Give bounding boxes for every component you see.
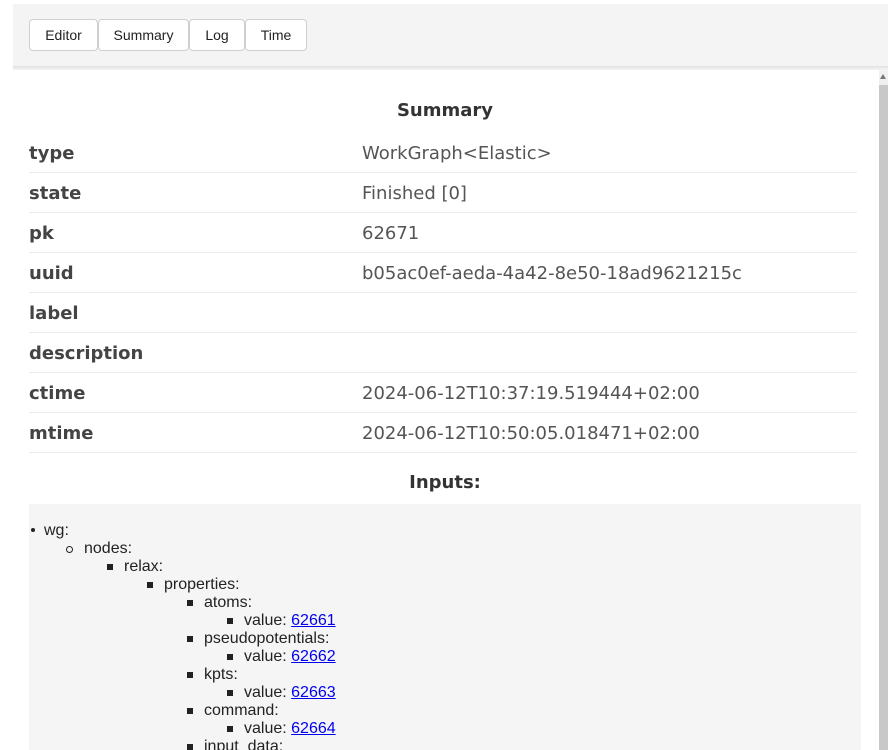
square-bullet-icon [227, 726, 233, 732]
tree-node-wg: wg: [31, 522, 69, 540]
row-key: state [29, 183, 82, 204]
square-bullet-icon [187, 744, 193, 750]
tree-node-kpts-value: value: 62663 [227, 684, 336, 702]
command-value-link[interactable]: 62664 [291, 720, 336, 737]
summary-row-state: state Finished [0] [29, 172, 857, 213]
row-key: description [29, 343, 144, 364]
tree-node-relax: relax: [107, 558, 163, 576]
row-value: 62671 [362, 223, 420, 244]
summary-title: Summary [396, 100, 494, 121]
square-bullet-icon [187, 708, 193, 714]
tab-time[interactable]: Time [245, 19, 307, 51]
summary-content: Summary type WorkGraph<Elastic> state Fi… [13, 70, 879, 750]
row-key: type [29, 143, 75, 164]
summary-row-uuid: uuid b05ac0ef-aeda-4a42-8e50-18ad9621215… [29, 252, 857, 293]
row-value: 2024-06-12T10:37:19.519444+02:00 [362, 383, 700, 404]
row-key: uuid [29, 263, 74, 284]
workgraph-detail-panel: Editor Summary Log Time Summary type Wor… [13, 4, 888, 750]
tree-node-atoms: atoms: [187, 594, 252, 612]
summary-row-label: label [29, 292, 857, 333]
tab-bar: Editor Summary Log Time [13, 4, 888, 67]
tree-node-properties: properties: [147, 576, 240, 594]
tree-node-nodes: nodes: [66, 540, 132, 558]
square-bullet-icon [227, 618, 233, 624]
row-key: mtime [29, 423, 94, 444]
summary-row-pk: pk 62671 [29, 212, 857, 253]
tree-node-input-data: input_data: [187, 738, 283, 750]
summary-row-type: type WorkGraph<Elastic> [29, 132, 857, 173]
row-key: label [29, 303, 79, 324]
tree-node-pseudopotentials: pseudopotentials: [187, 630, 329, 648]
disc-bullet-icon [31, 528, 35, 532]
row-key: ctime [29, 383, 86, 404]
row-key: pk [29, 223, 54, 244]
summary-row-ctime: ctime 2024-06-12T10:37:19.519444+02:00 [29, 372, 857, 413]
tree-node-atoms-value: value: 62661 [227, 612, 336, 630]
square-bullet-icon [187, 600, 193, 606]
inputs-title: Inputs: [409, 472, 481, 493]
kpts-value-link[interactable]: 62663 [291, 684, 336, 701]
tab-summary[interactable]: Summary [98, 19, 189, 51]
square-bullet-icon [187, 672, 193, 678]
inputs-tree: wg: nodes: relax: properties: atoms: val… [29, 504, 861, 750]
tree-node-command: command: [187, 702, 279, 720]
pseudopotentials-value-link[interactable]: 62662 [291, 648, 336, 665]
square-bullet-icon [107, 564, 113, 570]
circle-bullet-icon [66, 546, 73, 553]
tree-node-command-value: value: 62664 [227, 720, 336, 738]
vertical-scrollbar[interactable] [879, 72, 888, 750]
square-bullet-icon [147, 582, 153, 588]
atoms-value-link[interactable]: 62661 [291, 612, 336, 629]
tree-node-kpts: kpts: [187, 666, 238, 684]
square-bullet-icon [227, 654, 233, 660]
summary-row-description: description [29, 332, 857, 373]
tree-node-pseudopotentials-value: value: 62662 [227, 648, 336, 666]
row-value: WorkGraph<Elastic> [362, 143, 552, 164]
scroll-up-arrow-icon[interactable] [880, 74, 886, 79]
square-bullet-icon [227, 690, 233, 696]
tab-log[interactable]: Log [189, 19, 245, 51]
summary-row-mtime: mtime 2024-06-12T10:50:05.018471+02:00 [29, 412, 857, 453]
row-value: 2024-06-12T10:50:05.018471+02:00 [362, 423, 700, 444]
row-value: Finished [0] [362, 183, 467, 204]
square-bullet-icon [187, 636, 193, 642]
row-value: b05ac0ef-aeda-4a42-8e50-18ad9621215c [362, 263, 742, 284]
scrollbar-thumb[interactable] [879, 85, 888, 750]
tab-editor[interactable]: Editor [29, 19, 98, 51]
